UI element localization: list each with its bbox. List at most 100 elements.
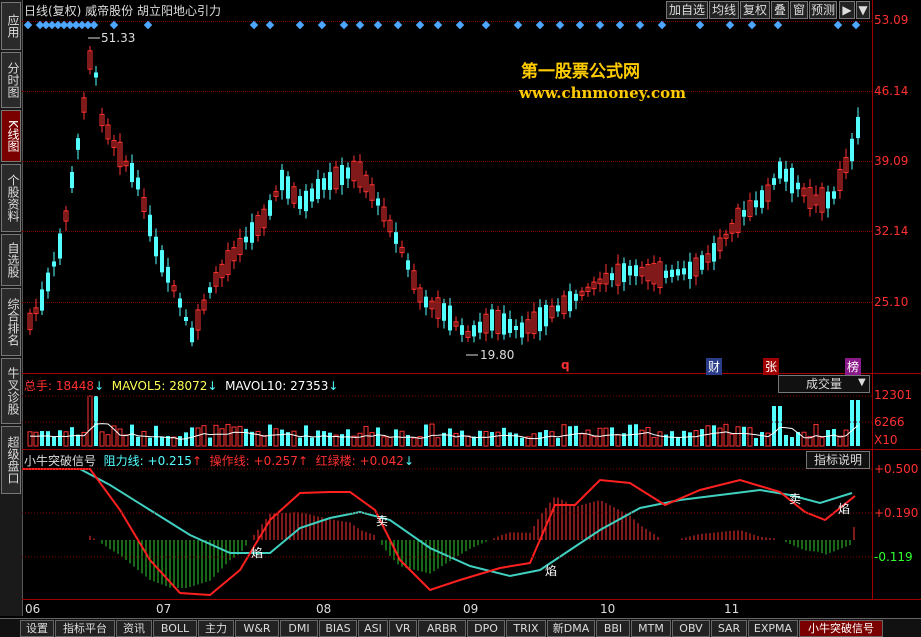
signal-diamond (773, 20, 783, 30)
signal-diamond (339, 20, 349, 30)
signal-diamond (725, 20, 735, 30)
tab-bbi[interactable]: BBI (596, 620, 630, 637)
candle-body (376, 198, 380, 206)
indicator-help-button[interactable]: 指标说明 (806, 451, 870, 469)
candle-body (676, 269, 680, 276)
tab-trix[interactable]: TRIX (506, 620, 546, 637)
candle-body (574, 293, 578, 301)
candle-body (268, 200, 272, 216)
tab-dpo[interactable]: DPO (467, 620, 505, 637)
signal-diamond (695, 20, 705, 30)
tab-dmi[interactable]: DMI (280, 620, 318, 637)
candle-body (328, 172, 332, 190)
tab-wr[interactable]: W&R (235, 620, 279, 637)
candle-body (610, 273, 614, 281)
tab-bull-breakout[interactable]: 小牛突破信号 (799, 620, 883, 637)
tab-news[interactable]: 资讯 (116, 620, 152, 637)
tab-new-dma[interactable]: 新DMA (547, 620, 595, 637)
candle-body (94, 72, 98, 78)
volume-bar (639, 429, 645, 447)
candle-body (826, 191, 830, 209)
candle-body (832, 191, 836, 199)
tab-asi[interactable]: ASI (358, 620, 388, 637)
operation-value: +0.257 (253, 454, 298, 468)
volume-bar (381, 436, 387, 447)
volume-bar (435, 437, 441, 447)
candle-body (448, 305, 452, 331)
signal-diamond (393, 20, 403, 30)
volume-indicator-dropdown[interactable]: 成交量 (778, 375, 870, 393)
signal-diamond (295, 20, 305, 30)
mavol5-label: MAVOL5: (111, 379, 166, 393)
candle-body (502, 313, 506, 335)
volume-bar (27, 431, 33, 447)
volume-bar (490, 431, 494, 446)
event-marker[interactable]: q (561, 358, 570, 372)
time-axis-label: 07 (156, 602, 172, 616)
volume-bar (70, 427, 74, 446)
volume-bar (291, 430, 297, 447)
volume-bar (394, 429, 398, 446)
volume-bar (574, 425, 578, 446)
event-marker-finance[interactable]: 财 (706, 358, 723, 375)
candle-body (556, 305, 560, 312)
volume-bar (255, 430, 261, 447)
candle-body (784, 168, 788, 182)
volume-bar (195, 427, 201, 447)
tab-obv[interactable]: OBV (672, 620, 710, 637)
signal-diamond (109, 20, 119, 30)
volume-bar (40, 431, 44, 446)
tab-arbr[interactable]: ARBR (418, 620, 466, 637)
tab-main-force[interactable]: 主力 (198, 620, 234, 637)
candle-body (394, 232, 398, 244)
tab-sar[interactable]: SAR (711, 620, 747, 637)
volume-bar (729, 433, 735, 447)
volume-bar (483, 430, 489, 447)
candle-body (148, 214, 152, 237)
volume-bar (340, 434, 344, 446)
high-price-annotation: 51.33 (101, 31, 136, 45)
signal-diamond (635, 20, 645, 30)
volume-bar (328, 432, 332, 446)
candle-body (340, 165, 344, 185)
signal-diamond (555, 20, 565, 30)
tab-boll[interactable]: BOLL (153, 620, 197, 637)
candle-body (682, 268, 686, 275)
signal-diamond (265, 20, 275, 30)
tab-bias[interactable]: BIAS (319, 620, 357, 637)
tab-indicator-platform[interactable]: 指标平台 (55, 620, 115, 637)
volume-bar (316, 430, 320, 446)
signal-diamond (833, 20, 843, 30)
volume-bar (94, 396, 98, 446)
volume-bar (790, 437, 794, 446)
total-volume-value: 18448 (55, 379, 95, 393)
event-marker-board[interactable]: 榜 (845, 358, 862, 375)
signal-diamond (355, 20, 365, 30)
volume-bar (376, 427, 380, 446)
red-green-value: +0.042 (359, 454, 404, 468)
volume-bar (52, 436, 56, 446)
tab-mtm[interactable]: MTM (631, 620, 671, 637)
volume-bar (651, 436, 657, 447)
volume-bar (801, 431, 807, 447)
volume-bar (843, 429, 849, 447)
candle-body (850, 138, 854, 162)
volume-bar (670, 431, 674, 446)
volume-bar (700, 429, 704, 446)
volume-bar (105, 434, 111, 447)
price-chart (22, 20, 872, 597)
candle-body (514, 325, 518, 331)
tab-settings[interactable]: 设置 (20, 620, 54, 637)
volume-axis-label: X10 (874, 433, 898, 447)
tab-vr[interactable]: VR (389, 620, 417, 637)
volume-bar (237, 425, 243, 447)
event-marker-rise[interactable]: 张 (763, 358, 780, 375)
candle-body (634, 265, 638, 277)
tab-expma[interactable]: EXPMA (748, 620, 798, 637)
candle-body (136, 177, 140, 190)
mavol10-label: MAVOL10: (225, 379, 287, 393)
volume-bar (850, 400, 854, 446)
signal-diamond (89, 20, 99, 30)
signal-diamond (535, 20, 545, 30)
chevron-down-icon[interactable]: ▼ (858, 377, 866, 388)
